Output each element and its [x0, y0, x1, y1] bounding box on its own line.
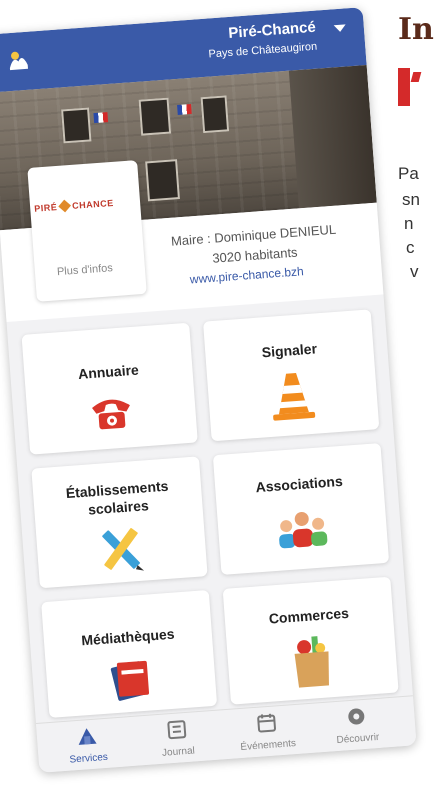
logo-text-left: PIRÉ — [33, 202, 58, 214]
calendar-icon — [257, 713, 276, 733]
article-text-line: Pa — [398, 164, 419, 183]
commune-logo-card[interactable]: PIRÉ CHANCE Plus d'infos — [27, 160, 147, 302]
tile-commerces[interactable]: Commerces — [222, 576, 399, 705]
nav-journal[interactable]: Journal — [136, 717, 219, 761]
phone-screen: Piré-Chancé Pays de Châteaugiron PIRÉ CHA… — [0, 7, 417, 773]
tile-mediatheques[interactable]: Médiathèques — [41, 589, 218, 718]
article-text-line: n — [404, 214, 414, 233]
tile-label: Médiathèques — [80, 625, 176, 649]
nav-decouvrir[interactable]: Découvrir — [316, 704, 399, 748]
books-icon — [110, 660, 150, 701]
commune-logo: PIRÉ CHANCE — [34, 198, 114, 214]
logo-text-right: CHANCE — [71, 197, 114, 211]
nav-label: Services — [69, 751, 109, 766]
people-icon — [279, 511, 328, 549]
nav-label: Événements — [240, 738, 297, 754]
tile-etablissements-scolaires[interactable]: Établissements scolaires — [31, 456, 208, 589]
compass-icon — [348, 708, 365, 725]
commune-subtitle: Pays de Châteaugiron — [208, 40, 318, 61]
article-text-line: v — [410, 262, 419, 281]
ruler-pencil-icon — [102, 528, 145, 571]
article-red-accent-2 — [410, 72, 422, 82]
home-logo-icon[interactable] — [2, 46, 34, 76]
article-red-accent — [398, 68, 410, 106]
nav-label: Journal — [161, 745, 196, 759]
article-title-fragment: In — [398, 12, 434, 47]
commune-name[interactable]: Piré-Chancé — [228, 19, 317, 42]
tile-signaler[interactable]: Signaler — [203, 309, 380, 442]
tile-label: Annuaire — [77, 361, 140, 382]
nav-evenements[interactable]: Événements — [226, 710, 309, 754]
grocery-bag-icon — [294, 636, 329, 688]
tile-annuaire[interactable]: Annuaire — [21, 322, 198, 455]
tile-label: Associations — [255, 472, 344, 496]
article-text-line: sn — [402, 190, 420, 209]
logo-diamond-icon — [58, 199, 72, 213]
tile-associations[interactable]: Associations — [212, 443, 390, 575]
tile-label: Signaler — [261, 340, 318, 361]
newspaper-icon — [167, 720, 187, 740]
traffic-cone-icon — [273, 372, 316, 421]
nav-label: Découvrir — [336, 731, 380, 746]
nav-services[interactable]: Services — [46, 723, 129, 767]
tile-label: Commerces — [268, 604, 350, 627]
more-info-link[interactable]: Plus d'infos — [57, 262, 114, 278]
telephone-icon — [92, 399, 130, 430]
article-text-line: c — [406, 238, 415, 257]
chevron-down-icon[interactable] — [333, 24, 347, 33]
services-icon — [78, 728, 97, 745]
